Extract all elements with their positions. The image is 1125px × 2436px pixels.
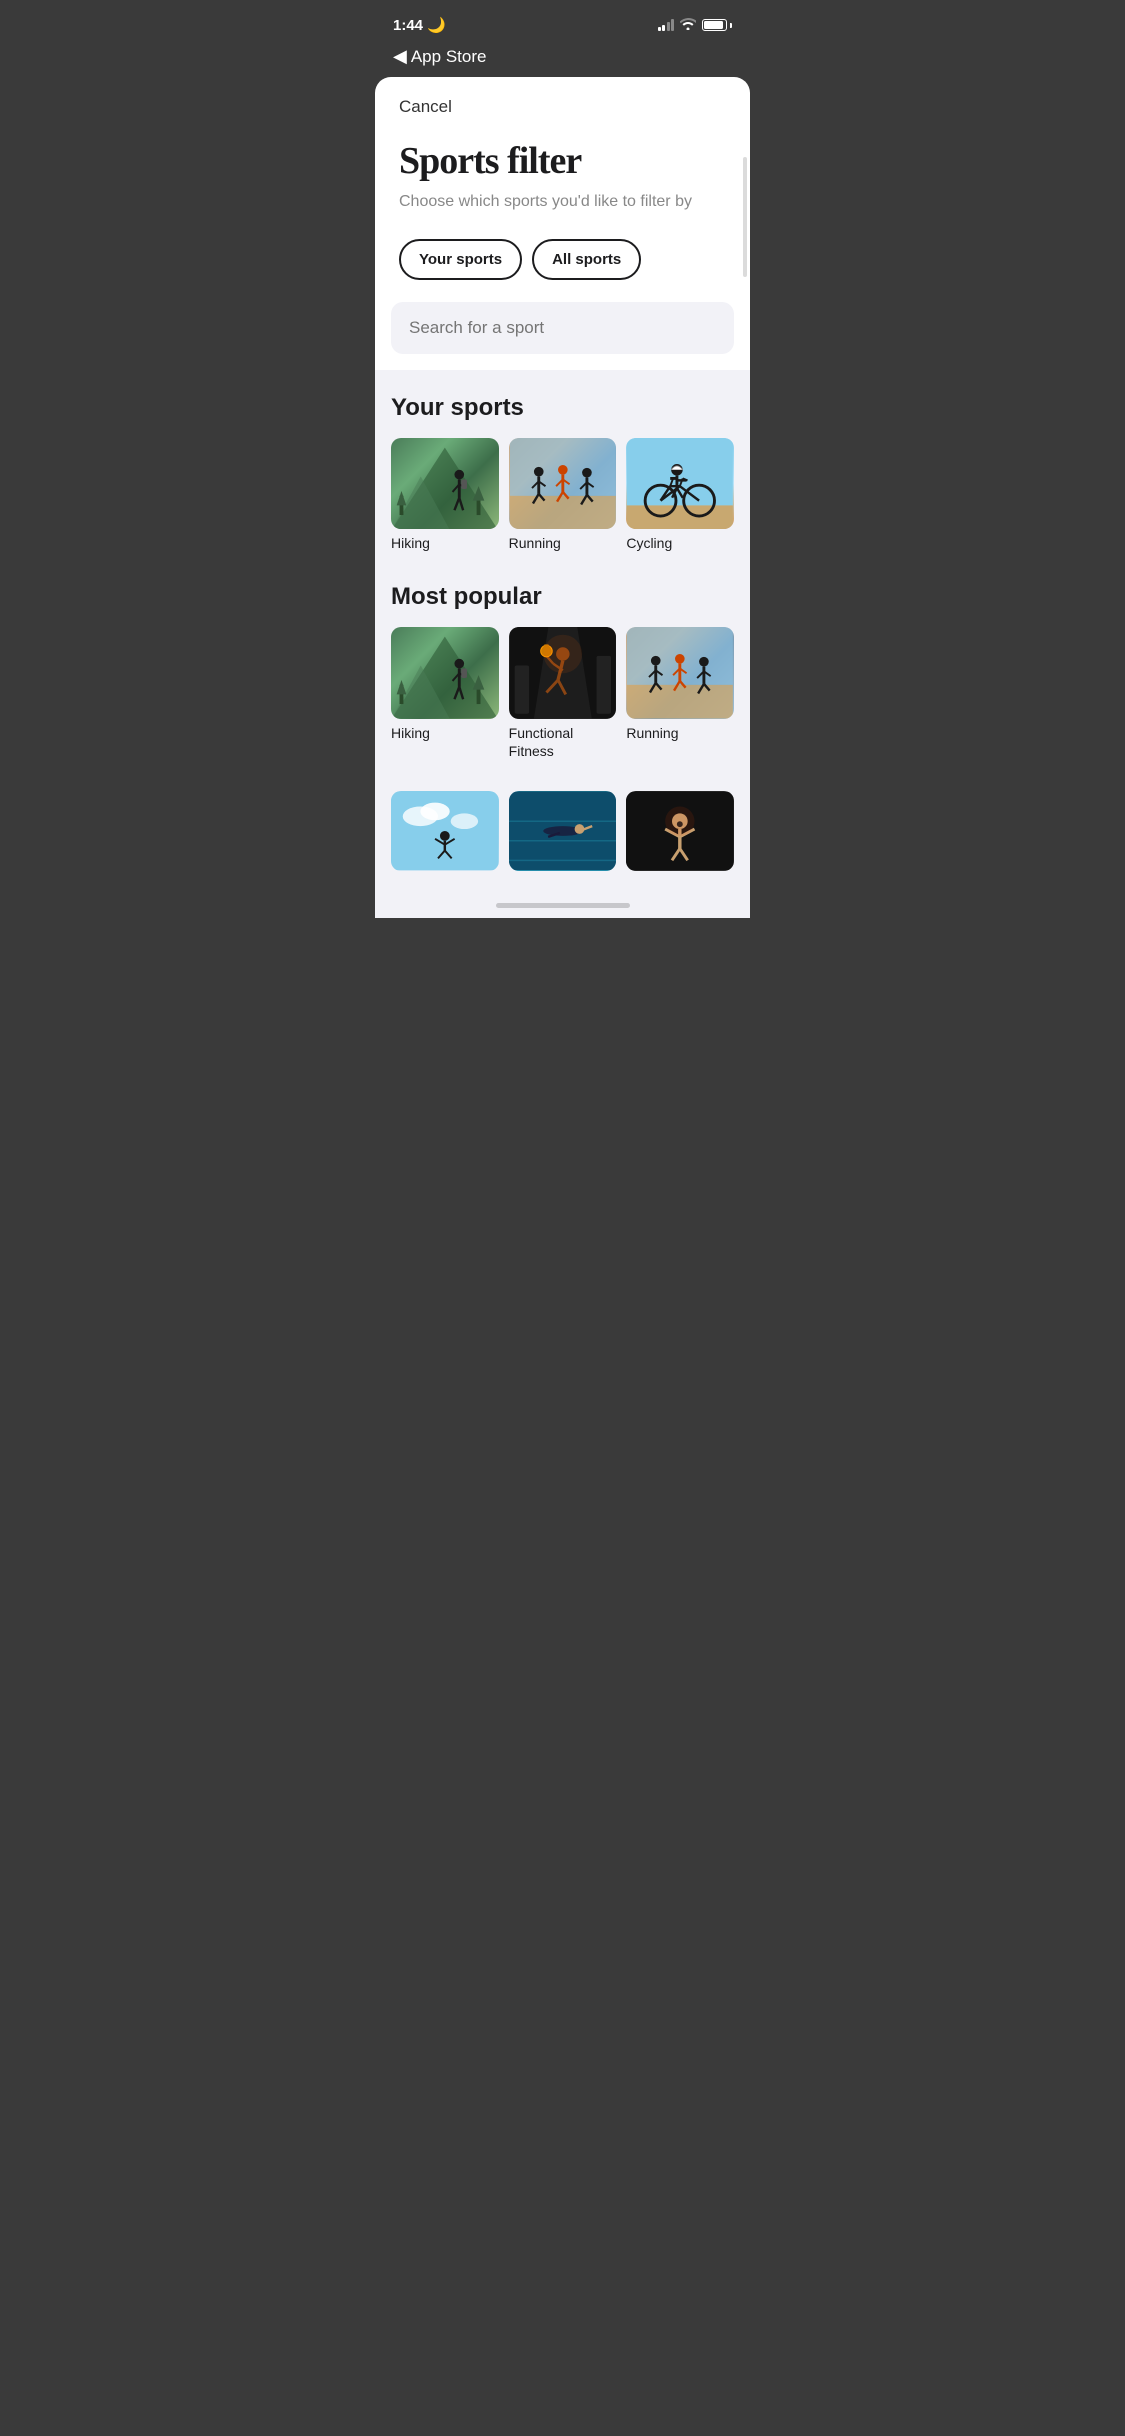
sport-label-hiking-popular: Hiking: [391, 725, 430, 741]
sport-card-hiking-your[interactable]: Hiking: [391, 438, 499, 554]
filter-tabs: Your sports All sports: [375, 239, 750, 280]
sport-label-functional-popular: Functional Fitness: [509, 725, 574, 759]
tab-your-sports[interactable]: Your sports: [399, 239, 522, 280]
sport-image-hiking: [391, 438, 499, 530]
status-bar: 1:44 🌙: [375, 0, 750, 44]
sport-card-functional-popular[interactable]: Functional Fitness: [509, 627, 617, 761]
your-sports-title: Your sports: [391, 394, 734, 422]
sheet-header: Cancel Sports filter Choose which sports…: [375, 77, 750, 211]
scrollbar[interactable]: [743, 157, 747, 277]
sport-label-cycling-your: Cycling: [626, 535, 672, 551]
sports-filter-sheet: Cancel Sports filter Choose which sports…: [375, 77, 750, 918]
sport-image-pool: [509, 791, 617, 871]
status-icons: [658, 18, 733, 33]
sport-image-functional: [509, 627, 617, 719]
sheet-subtitle: Choose which sports you'd like to filter…: [399, 193, 726, 211]
moon-icon: 🌙: [427, 16, 446, 34]
bottom-sports-row: [391, 791, 734, 871]
back-arrow-icon: ◀: [393, 46, 407, 67]
tab-all-sports[interactable]: All sports: [532, 239, 641, 280]
sheet-title: Sports filter: [399, 141, 726, 183]
sport-card-pool[interactable]: [509, 791, 617, 871]
sport-card-running-popular[interactable]: Running: [626, 627, 734, 761]
sport-image-running-popular: [626, 627, 734, 719]
most-popular-grid: Hiking: [391, 627, 734, 761]
app-nav-bar: ◀ App Store: [375, 44, 750, 77]
status-time: 1:44 🌙: [393, 16, 446, 34]
content-area: Your sports: [375, 370, 750, 895]
sport-image-hiking-popular: [391, 627, 499, 719]
search-container: [391, 302, 734, 354]
sport-card-dark[interactable]: [626, 791, 734, 871]
sport-image-running: [509, 438, 617, 530]
your-sports-grid: Hiking: [391, 438, 734, 554]
most-popular-title: Most popular: [391, 583, 734, 611]
battery-icon: [702, 19, 732, 31]
sport-card-sky[interactable]: [391, 791, 499, 871]
home-bar: [496, 903, 630, 908]
sport-image-cycling: [626, 438, 734, 530]
sport-label-running-your: Running: [509, 535, 561, 551]
wifi-icon: [680, 18, 696, 33]
sport-card-hiking-popular[interactable]: Hiking: [391, 627, 499, 761]
sport-card-cycling-your[interactable]: Cycling: [626, 438, 734, 554]
search-input[interactable]: [409, 318, 716, 338]
home-indicator: [375, 895, 750, 918]
sport-image-sky: [391, 791, 499, 871]
sport-image-dark: [626, 791, 734, 871]
sport-label-running-popular: Running: [626, 725, 678, 741]
app-store-label[interactable]: App Store: [411, 47, 487, 67]
signal-icon: [658, 19, 675, 31]
cancel-button[interactable]: Cancel: [399, 97, 452, 117]
sport-card-running-your[interactable]: Running: [509, 438, 617, 554]
sport-label-hiking-your: Hiking: [391, 535, 430, 551]
